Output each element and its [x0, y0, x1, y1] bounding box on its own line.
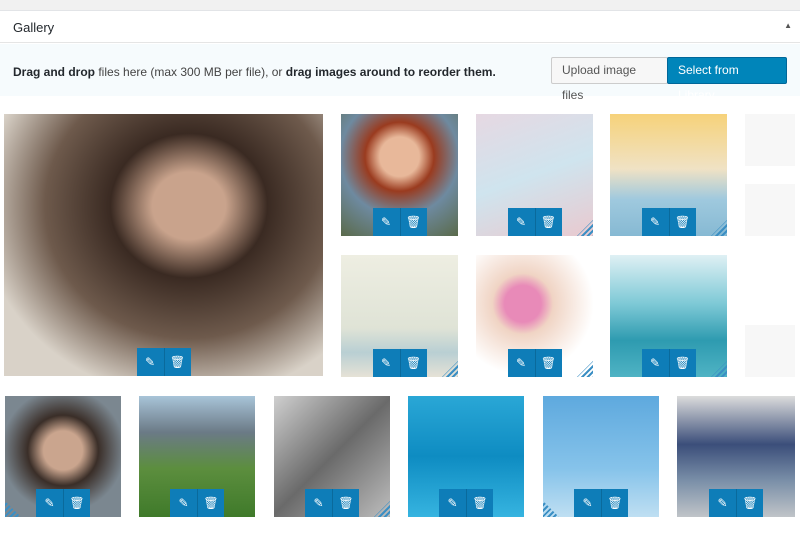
gallery-image-tile[interactable]: ✎ 🗑	[476, 114, 593, 236]
gallery-image-tile[interactable]: ✎ 🗑	[5, 396, 121, 517]
upload-image-files-button[interactable]: Upload image files	[551, 57, 668, 102]
image-actions: ✎ 🗑	[372, 208, 427, 236]
collapse-toggle-icon[interactable]: ▲	[784, 21, 792, 30]
gallery-image-tile[interactable]: ✎ 🗑	[341, 114, 458, 236]
delete-icon[interactable]: 🗑	[63, 489, 90, 517]
drag-handle-stripe[interactable]	[711, 361, 727, 377]
delete-icon[interactable]: 🗑	[466, 489, 493, 517]
drag-handle-stripe[interactable]	[5, 501, 21, 517]
image-actions: ✎ 🗑	[170, 489, 224, 517]
gallery-image-tile[interactable]: ✎ 🗑	[677, 396, 795, 517]
delete-icon[interactable]: 🗑	[163, 348, 191, 376]
drag-handle-stripe[interactable]	[442, 361, 458, 377]
delete-icon[interactable]: 🗑	[668, 349, 696, 377]
delete-icon[interactable]: 🗑	[332, 489, 359, 517]
gallery-image-tile[interactable]: ✎ 🗑	[341, 255, 458, 377]
edit-icon[interactable]: ✎	[507, 208, 535, 236]
gallery-placeholder	[745, 184, 795, 236]
upload-bar: Drag and drop files here (max 300 MB per…	[0, 44, 800, 102]
delete-icon[interactable]: 🗑	[601, 489, 628, 517]
edit-icon[interactable]: ✎	[372, 349, 400, 377]
delete-icon[interactable]: 🗑	[399, 349, 427, 377]
edit-icon[interactable]: ✎	[136, 348, 164, 376]
gallery-image-tile[interactable]: ✎ 🗑	[4, 114, 323, 376]
image-actions: ✎ 🗑	[36, 489, 90, 517]
gallery-image-tile[interactable]: ✎ 🗑	[610, 255, 727, 377]
gallery-image-tile[interactable]: ✎ 🗑	[476, 255, 593, 377]
delete-icon[interactable]: 🗑	[197, 489, 224, 517]
edit-icon[interactable]: ✎	[709, 489, 736, 517]
gallery-image-tile[interactable]: ✎ 🗑	[543, 396, 659, 517]
image-actions: ✎ 🗑	[372, 349, 427, 377]
delete-icon[interactable]: 🗑	[399, 208, 427, 236]
drag-handle-stripe[interactable]	[711, 220, 727, 236]
edit-icon[interactable]: ✎	[439, 489, 466, 517]
panel-title: Gallery	[13, 20, 55, 35]
image-actions: ✎ 🗑	[305, 489, 359, 517]
delete-icon[interactable]: 🗑	[534, 349, 562, 377]
delete-icon[interactable]: 🗑	[668, 208, 696, 236]
edit-icon[interactable]: ✎	[170, 489, 197, 517]
drag-handle-stripe[interactable]	[374, 501, 390, 517]
gallery-image-tile[interactable]: ✎ 🗑	[408, 396, 524, 517]
drag-handle-stripe[interactable]	[577, 220, 593, 236]
upload-instructions: Drag and drop files here (max 300 MB per…	[13, 65, 496, 79]
edit-icon[interactable]: ✎	[36, 489, 63, 517]
edit-icon[interactable]: ✎	[641, 349, 669, 377]
gallery-image-tile[interactable]: ✎ 🗑	[610, 114, 727, 236]
gallery-image-tile[interactable]: ✎ 🗑	[139, 396, 255, 517]
image-actions: ✎ 🗑	[136, 348, 191, 376]
image-actions: ✎ 🗑	[439, 489, 493, 517]
drag-handle-stripe[interactable]	[543, 501, 559, 517]
delete-icon[interactable]: 🗑	[534, 208, 562, 236]
image-actions: ✎ 🗑	[641, 349, 696, 377]
gallery-image-tile[interactable]: ✎ 🗑	[274, 396, 390, 517]
image-actions: ✎ 🗑	[507, 208, 562, 236]
gallery-placeholder	[745, 325, 795, 377]
edit-icon[interactable]: ✎	[507, 349, 535, 377]
delete-icon[interactable]: 🗑	[736, 489, 763, 517]
edit-icon[interactable]: ✎	[574, 489, 601, 517]
panel-header: Gallery ▲	[0, 11, 800, 43]
edit-icon[interactable]: ✎	[305, 489, 332, 517]
image-actions: ✎ 🗑	[709, 489, 763, 517]
drag-handle-stripe[interactable]	[577, 361, 593, 377]
image-actions: ✎ 🗑	[574, 489, 628, 517]
image-actions: ✎ 🗑	[641, 208, 696, 236]
select-from-library-button[interactable]: Select from Library	[667, 57, 787, 102]
edit-icon[interactable]: ✎	[372, 208, 400, 236]
gallery-placeholder	[745, 114, 795, 166]
image-actions: ✎ 🗑	[507, 349, 562, 377]
edit-icon[interactable]: ✎	[641, 208, 669, 236]
